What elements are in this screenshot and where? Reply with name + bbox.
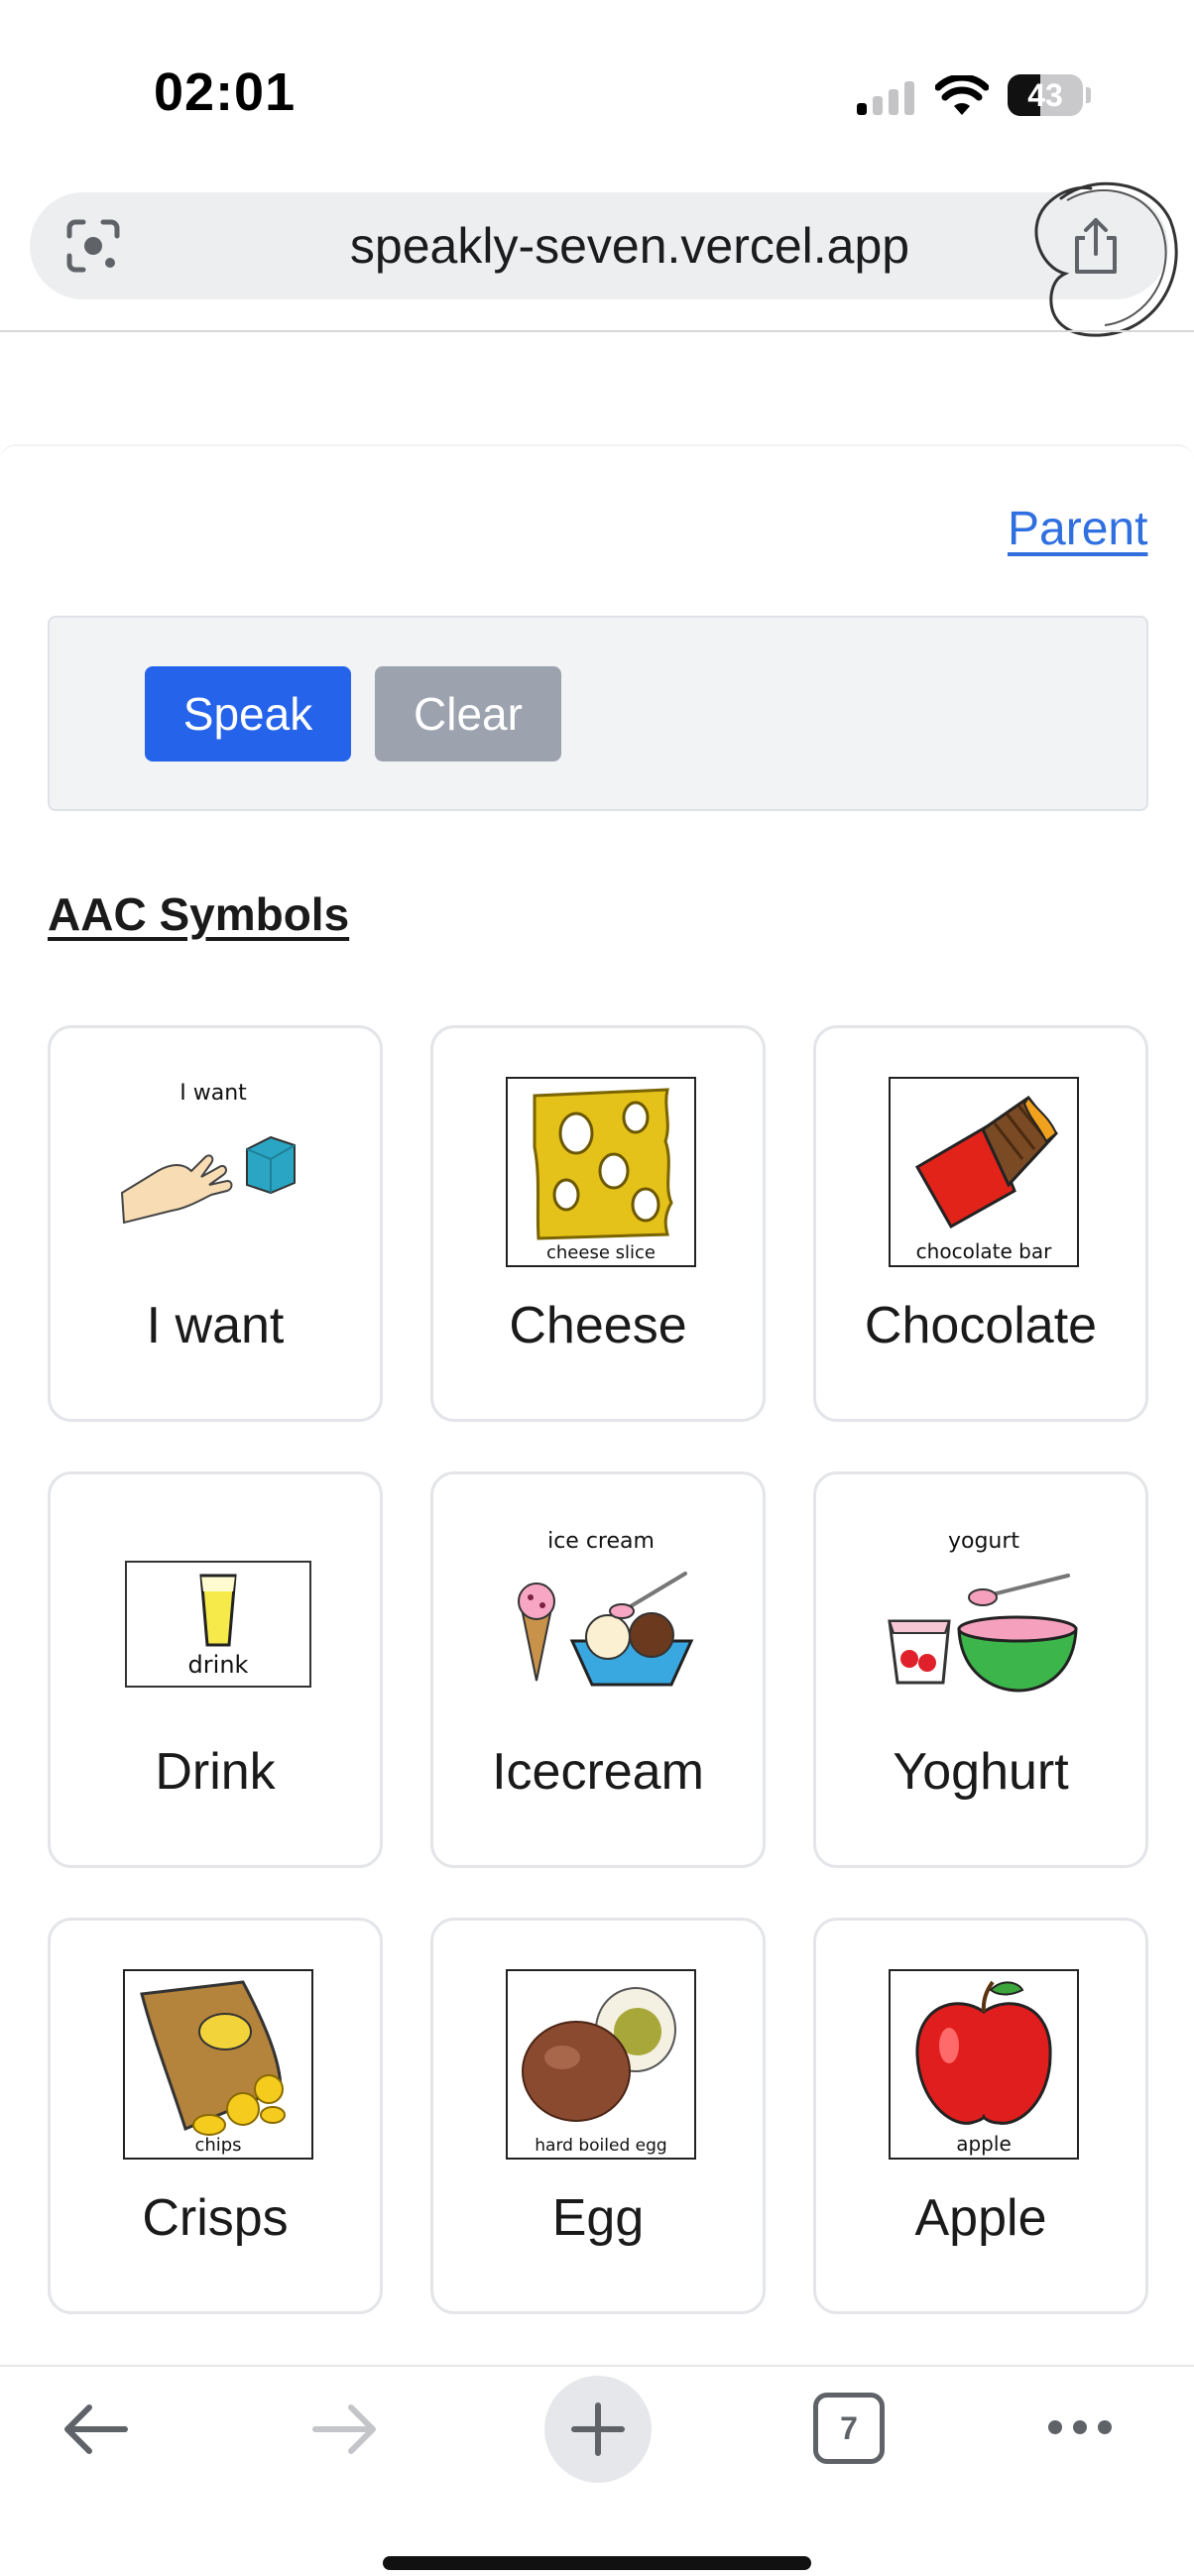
tile-label: Chocolate	[864, 1297, 1098, 1354]
home-indicator	[383, 2556, 811, 2570]
wifi-icon	[935, 75, 989, 115]
new-tab-button[interactable]	[544, 2376, 652, 2483]
symbol-caption: chips	[194, 2135, 241, 2156]
browser-chrome-divider	[0, 330, 1194, 332]
section-title: AAC Symbols	[48, 888, 350, 940]
ice-cream-symbol-image: ice cream	[518, 1529, 694, 1687]
symbol-caption: apple	[956, 2132, 1012, 2156]
forward-arrow-icon[interactable]	[309, 2398, 381, 2461]
url-text[interactable]: speakly-seven.vercel.app	[169, 192, 1091, 299]
symbol-caption: chocolate bar	[916, 1239, 1052, 1263]
symbol-tile-drink[interactable]: drink Drink	[48, 1471, 383, 1868]
parent-link[interactable]: Parent	[1008, 502, 1147, 556]
plus-icon	[571, 2402, 625, 2456]
cellular-signal-icon	[857, 81, 914, 115]
i-want-symbol-image: I want	[120, 1081, 296, 1225]
symbol-caption: drink	[188, 1651, 249, 1679]
symbol-tile-yoghurt[interactable]: yogurt Yoghurt	[813, 1471, 1148, 1868]
tile-label: I want	[146, 1297, 285, 1354]
tile-label: Icecream	[492, 1743, 704, 1801]
tab-switcher-icon[interactable]: 7	[813, 2393, 885, 2464]
symbol-caption: ice cream	[547, 1529, 655, 1554]
status-bar: 02:01 43	[0, 0, 1194, 178]
symbol-caption: cheese slice	[546, 1242, 656, 1263]
back-arrow-icon[interactable]	[60, 2398, 131, 2461]
tile-label: Drink	[155, 1743, 276, 1801]
symbol-caption: hard boiled egg	[535, 2136, 666, 2156]
symbol-tile-chocolate[interactable]: chocolate bar Chocolate	[813, 1025, 1148, 1422]
speak-button[interactable]: Speak	[145, 666, 351, 761]
symbol-tile-cheese[interactable]: cheese slice Cheese	[430, 1025, 766, 1422]
chips-symbol-image: chips	[123, 1969, 313, 2160]
tile-label: Apple	[914, 2189, 1047, 2247]
apple-symbol-image: apple	[889, 1969, 1079, 2160]
camera-lens-icon[interactable]	[63, 216, 123, 276]
hard-boiled-egg-symbol-image: hard boiled egg	[506, 1969, 696, 2160]
tile-label: Yoghurt	[893, 1743, 1069, 1801]
chocolate-bar-symbol-image: chocolate bar	[889, 1077, 1079, 1267]
battery-level: 43	[1027, 77, 1063, 113]
more-icon[interactable]	[1045, 2415, 1115, 2439]
tile-label: Crisps	[142, 2189, 289, 2247]
drink-symbol-image: drink	[125, 1561, 311, 1688]
cheese-slice-symbol-image: cheese slice	[506, 1077, 696, 1267]
symbol-caption: yogurt	[948, 1529, 1019, 1554]
symbol-tile-icecream[interactable]: ice cream Icecream	[430, 1471, 766, 1868]
yogurt-symbol-image: yogurt	[888, 1529, 1078, 1693]
battery-icon: 43	[1008, 74, 1091, 116]
share-highlight-scribble	[1034, 181, 1178, 337]
tile-label: Cheese	[509, 1297, 687, 1354]
address-bar[interactable]: speakly-seven.vercel.app	[30, 192, 1168, 299]
tile-label: Egg	[551, 2189, 645, 2247]
clear-button[interactable]: Clear	[375, 666, 561, 761]
symbol-tile-egg[interactable]: hard boiled egg Egg	[430, 1918, 766, 2314]
symbol-tile-crisps[interactable]: chips Crisps	[48, 1918, 383, 2314]
status-time: 02:01	[154, 62, 297, 122]
symbol-tile-i-want[interactable]: I want I want	[48, 1025, 383, 1422]
symbol-caption: I want	[179, 1081, 247, 1106]
symbol-tile-apple[interactable]: apple Apple	[813, 1918, 1148, 2314]
